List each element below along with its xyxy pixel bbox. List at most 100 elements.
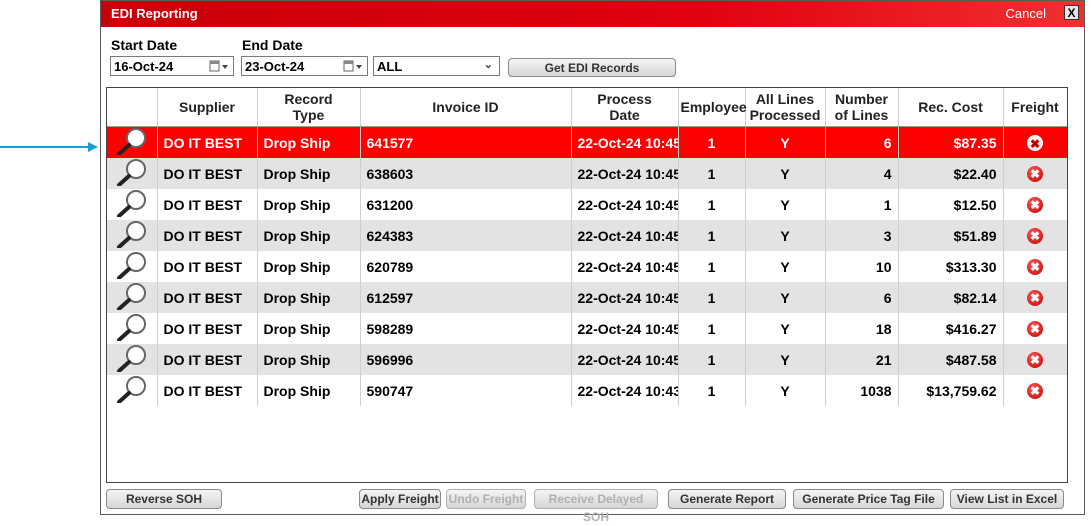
- get-edi-records-button[interactable]: Get EDI Records: [508, 58, 676, 77]
- process-date-cell: 22-Oct-24 10:45: [571, 158, 679, 189]
- view-details-cell[interactable]: [107, 282, 158, 313]
- cancel-link[interactable]: Cancel: [1006, 6, 1046, 21]
- remove-freight-icon[interactable]: ✖: [1027, 383, 1043, 399]
- magnifier-icon[interactable]: [115, 345, 149, 375]
- remove-freight-icon[interactable]: ✖: [1027, 134, 1043, 151]
- record-type-cell: Drop Ship: [257, 251, 361, 282]
- undo-freight-button[interactable]: Undo Freight: [446, 489, 526, 509]
- all-lines-processed-cell: Y: [745, 251, 826, 282]
- table-row[interactable]: DO IT BEST Drop Ship 598289 22-Oct-24 10:45…: [107, 313, 1067, 344]
- employee-cell: 1: [678, 158, 746, 189]
- col-supplier-header[interactable]: Supplier: [157, 88, 258, 127]
- magnifier-icon[interactable]: [115, 283, 149, 313]
- view-details-cell[interactable]: [107, 313, 158, 344]
- view-details-cell[interactable]: [107, 344, 158, 375]
- employee-cell: 1: [678, 344, 746, 375]
- window-title: EDI Reporting: [111, 6, 198, 21]
- view-details-cell[interactable]: [107, 375, 158, 406]
- view-details-cell[interactable]: [107, 158, 158, 189]
- freight-cell[interactable]: ✖: [1003, 375, 1067, 406]
- table-row[interactable]: DO IT BEST Drop Ship 620789 22-Oct-24 10:45…: [107, 251, 1067, 282]
- record-type-cell: Drop Ship: [257, 126, 361, 158]
- number-of-lines-cell: 10: [825, 251, 899, 282]
- view-details-cell[interactable]: [107, 220, 158, 251]
- col-freight-header[interactable]: Freight: [1003, 88, 1067, 127]
- close-button[interactable]: X: [1064, 5, 1079, 20]
- freight-cell[interactable]: ✖: [1003, 344, 1067, 375]
- magnifier-icon[interactable]: [115, 221, 149, 251]
- col-number-of-lines-header[interactable]: Number of Lines: [825, 88, 899, 127]
- remove-freight-icon[interactable]: ✖: [1027, 352, 1043, 368]
- number-of-lines-cell: 18: [825, 313, 899, 344]
- start-date-picker[interactable]: 16-Oct-24: [110, 56, 234, 76]
- employee-cell: 1: [678, 126, 746, 158]
- view-details-cell[interactable]: [107, 251, 158, 282]
- apply-freight-button[interactable]: Apply Freight: [359, 489, 441, 509]
- process-date-cell: 22-Oct-24 10:45: [571, 189, 679, 220]
- number-of-lines-cell: 1: [825, 189, 899, 220]
- remove-freight-icon[interactable]: ✖: [1027, 228, 1043, 244]
- freight-cell[interactable]: ✖: [1003, 251, 1067, 282]
- record-type-select[interactable]: ALL ⌄: [373, 56, 500, 76]
- rec-cost-cell: $82.14: [898, 282, 1004, 313]
- remove-freight-icon[interactable]: ✖: [1027, 197, 1043, 213]
- rec-cost-cell: $51.89: [898, 220, 1004, 251]
- freight-cell[interactable]: ✖: [1003, 313, 1067, 344]
- table-row[interactable]: DO IT BEST Drop Ship 638603 22-Oct-24 10:45…: [107, 158, 1067, 189]
- invoice-id-cell: 620789: [360, 251, 572, 282]
- supplier-cell: DO IT BEST: [157, 220, 258, 251]
- remove-freight-icon[interactable]: ✖: [1027, 166, 1043, 182]
- reverse-soh-button[interactable]: Reverse SOH: [106, 489, 222, 509]
- end-date-picker[interactable]: 23-Oct-24: [241, 56, 368, 76]
- col-record-type-header[interactable]: Record Type: [257, 88, 361, 127]
- calendar-icon[interactable]: [343, 60, 363, 72]
- invoice-id-cell: 596996: [360, 344, 572, 375]
- receive-delayed-soh-button[interactable]: Receive Delayed SOH: [534, 489, 658, 524]
- all-lines-processed-cell: Y: [745, 158, 826, 189]
- generate-report-button[interactable]: Generate Report: [668, 489, 786, 509]
- generate-price-tag-file-button[interactable]: Generate Price Tag File: [793, 489, 944, 509]
- col-rec-cost-header[interactable]: Rec. Cost: [898, 88, 1004, 127]
- edi-records-table: Supplier Record Type Invoice ID Process Da…: [107, 88, 1067, 406]
- supplier-cell: DO IT BEST: [157, 251, 258, 282]
- rec-cost-cell: $487.58: [898, 344, 1004, 375]
- table-row[interactable]: DO IT BEST Drop Ship 590747 22-Oct-24 10:43…: [107, 375, 1067, 406]
- view-details-cell[interactable]: [107, 126, 158, 158]
- freight-cell[interactable]: ✖: [1003, 158, 1067, 189]
- magnifier-icon[interactable]: [115, 314, 149, 344]
- view-details-cell[interactable]: [107, 189, 158, 220]
- table-row[interactable]: DO IT BEST Drop Ship 631200 22-Oct-24 10:45…: [107, 189, 1067, 220]
- magnifier-icon[interactable]: [115, 376, 149, 406]
- freight-cell[interactable]: ✖: [1003, 282, 1067, 313]
- calendar-icon[interactable]: [209, 60, 229, 72]
- all-lines-processed-cell: Y: [745, 375, 826, 406]
- process-date-cell: 22-Oct-24 10:45: [571, 282, 679, 313]
- magnifier-icon[interactable]: [115, 252, 149, 282]
- all-lines-processed-cell: Y: [745, 189, 826, 220]
- number-of-lines-cell: 4: [825, 158, 899, 189]
- employee-cell: 1: [678, 251, 746, 282]
- col-all-lines-header[interactable]: All Lines Processed: [745, 88, 826, 127]
- all-lines-processed-cell: Y: [745, 220, 826, 251]
- table-row[interactable]: DO IT BEST Drop Ship 596996 22-Oct-24 10:45…: [107, 344, 1067, 375]
- rec-cost-cell: $13,759.62: [898, 375, 1004, 406]
- freight-cell[interactable]: ✖: [1003, 189, 1067, 220]
- col-employee-header[interactable]: Employee: [678, 88, 747, 127]
- freight-cell[interactable]: ✖: [1003, 126, 1067, 158]
- remove-freight-icon[interactable]: ✖: [1027, 321, 1043, 337]
- remove-freight-icon[interactable]: ✖: [1027, 290, 1043, 306]
- invoice-id-cell: 612597: [360, 282, 572, 313]
- view-list-in-excel-button[interactable]: View List in Excel: [950, 489, 1064, 509]
- col-invoice-id-header[interactable]: Invoice ID: [360, 88, 572, 127]
- table-row[interactable]: DO IT BEST Drop Ship 624383 22-Oct-24 10:45…: [107, 220, 1067, 251]
- magnifier-icon[interactable]: [115, 159, 149, 189]
- table-row[interactable]: DO IT BEST Drop Ship 641577 22-Oct-24 10:45…: [107, 126, 1067, 158]
- invoice-id-cell: 598289: [360, 313, 572, 344]
- freight-cell[interactable]: ✖: [1003, 220, 1067, 251]
- table-row[interactable]: DO IT BEST Drop Ship 612597 22-Oct-24 10:45…: [107, 282, 1067, 313]
- remove-freight-icon[interactable]: ✖: [1027, 259, 1043, 275]
- magnifier-icon[interactable]: [115, 128, 149, 158]
- magnifier-icon[interactable]: [115, 190, 149, 220]
- rec-cost-cell: $22.40: [898, 158, 1004, 189]
- col-process-date-header[interactable]: Process Date: [571, 88, 679, 127]
